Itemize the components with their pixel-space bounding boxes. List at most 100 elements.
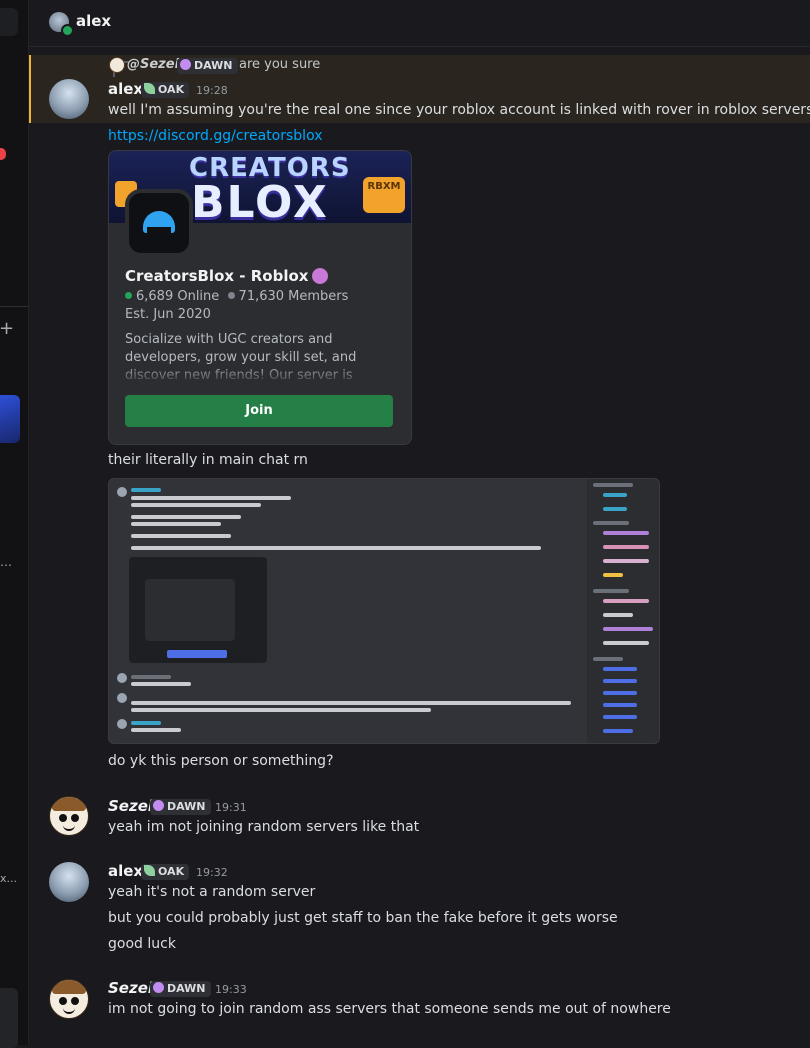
invite-link[interactable]: https://discord.gg/creatorsblox <box>108 128 323 144</box>
member-count: 71,630 Members <box>238 289 349 304</box>
user-panel-fragment[interactable] <box>0 988 18 1048</box>
dm-title[interactable]: alex <box>76 12 111 30</box>
server-banner-fragment[interactable] <box>0 395 20 443</box>
online-status-icon <box>61 24 74 37</box>
attachment-line <box>593 483 633 487</box>
attachment-line <box>131 728 181 732</box>
avatar-eye <box>71 997 79 1005</box>
attachment-line <box>593 521 629 525</box>
attachment-line <box>131 496 291 500</box>
avatar-eye <box>71 814 79 822</box>
avatar[interactable] <box>49 796 89 836</box>
member-dot-icon <box>227 292 235 299</box>
attachment-line <box>603 627 653 631</box>
divider <box>0 306 28 307</box>
attachment-line <box>131 708 431 712</box>
search-box-fragment[interactable] <box>0 8 18 36</box>
attachment-line <box>131 721 161 725</box>
online-dot-icon <box>125 292 132 299</box>
attachment-line <box>603 531 649 535</box>
attachment-modal-button <box>167 650 227 658</box>
attachment-line <box>603 729 633 733</box>
image-attachment[interactable] <box>108 478 660 744</box>
message-text: yeah im not joining random servers like … <box>108 819 420 835</box>
avatar[interactable] <box>49 862 89 902</box>
message-text: well I'm assuming you're the real one si… <box>108 102 810 118</box>
channel-header: alex <box>29 0 810 47</box>
join-button[interactable]: Join <box>125 395 393 427</box>
timestamp[interactable]: 19:33 <box>215 983 247 996</box>
attachment-line <box>603 715 637 719</box>
avatar-hair <box>52 797 86 811</box>
attachment-line <box>603 599 649 603</box>
avatar-mouth <box>63 824 75 831</box>
attachment-line <box>131 488 161 492</box>
attachment-line <box>603 559 649 563</box>
reply-avatar[interactable] <box>109 57 125 73</box>
avatar-hair <box>52 980 86 994</box>
more-icon[interactable]: ⋯ <box>0 558 12 572</box>
reply-tag-label: DAWN <box>194 59 233 72</box>
server-stats: 6,689 Online 71,630 Members <box>125 289 348 304</box>
username[interactable]: Sezei <box>108 797 153 815</box>
moon-icon <box>153 982 164 993</box>
moon-icon <box>153 800 164 811</box>
message-text: do yk this person or something? <box>108 753 334 769</box>
visor-icon <box>147 227 171 233</box>
attachment-line <box>593 657 623 661</box>
role-tag-label: OAK <box>158 83 185 96</box>
attachment-line <box>603 679 637 683</box>
role-tag-label: OAK <box>158 865 185 878</box>
attachment-line <box>603 667 637 671</box>
attachment-line <box>603 641 649 645</box>
message-text: yeah it's not a random server <box>108 884 316 900</box>
reply-author[interactable]: @Sezei <box>127 57 179 72</box>
attachment-line <box>131 534 231 538</box>
online-count: 6,689 Online <box>136 289 220 304</box>
message-text: good luck <box>108 936 176 952</box>
attachment-line <box>131 522 221 526</box>
role-tag[interactable]: OAK <box>141 864 190 880</box>
attachment-line <box>593 589 629 593</box>
username[interactable]: Sezei <box>108 979 153 997</box>
attachment-line <box>603 545 649 549</box>
avatar[interactable] <box>49 79 89 119</box>
message-list: @Sezei DAWN are you sure alex OAK 19:28 … <box>29 47 810 1045</box>
role-tag[interactable]: DAWN <box>150 981 211 997</box>
server-name[interactable]: CreatorsBlox - Roblox <box>125 267 329 285</box>
message-text: their literally in main chat rn <box>108 452 308 468</box>
avatar[interactable] <box>49 979 89 1019</box>
role-tag-label: DAWN <box>167 800 206 813</box>
role-tag[interactable]: DAWN <box>150 799 211 815</box>
verified-badge-icon <box>312 268 329 284</box>
notification-dot <box>0 148 6 160</box>
avatar-eye <box>59 997 67 1005</box>
server-name-label: CreatorsBlox - Roblox <box>125 267 309 285</box>
reply-preview[interactable]: are you sure <box>239 57 320 72</box>
attachment-modal <box>145 579 235 641</box>
username[interactable]: alex <box>108 862 143 880</box>
attachment-avatar <box>117 719 127 729</box>
timestamp[interactable]: 19:28 <box>196 84 228 97</box>
reply-tag[interactable]: DAWN <box>177 58 238 74</box>
server-sidebar: + ⋯ x... <box>0 0 29 1048</box>
attachment-line <box>131 503 261 507</box>
rbxm-badge: RBXM <box>363 177 405 213</box>
role-tag-label: DAWN <box>167 982 206 995</box>
avatar-mouth <box>63 1007 75 1014</box>
timestamp[interactable]: 19:32 <box>196 866 228 879</box>
username[interactable]: alex <box>108 80 143 98</box>
truncated-label: x... <box>0 872 17 885</box>
role-tag[interactable]: OAK <box>141 82 190 98</box>
attachment-line <box>603 691 637 695</box>
add-icon[interactable]: + <box>0 318 14 339</box>
attachment-line <box>603 507 627 511</box>
timestamp[interactable]: 19:31 <box>215 801 247 814</box>
attachment-line <box>131 546 541 550</box>
attachment-avatar <box>117 673 127 683</box>
message-text: but you could probably just get staff to… <box>108 910 618 926</box>
attachment-line <box>603 573 623 577</box>
attachment-avatar <box>117 487 127 497</box>
attachment-line <box>603 613 633 617</box>
attachment-member-list <box>587 479 659 743</box>
